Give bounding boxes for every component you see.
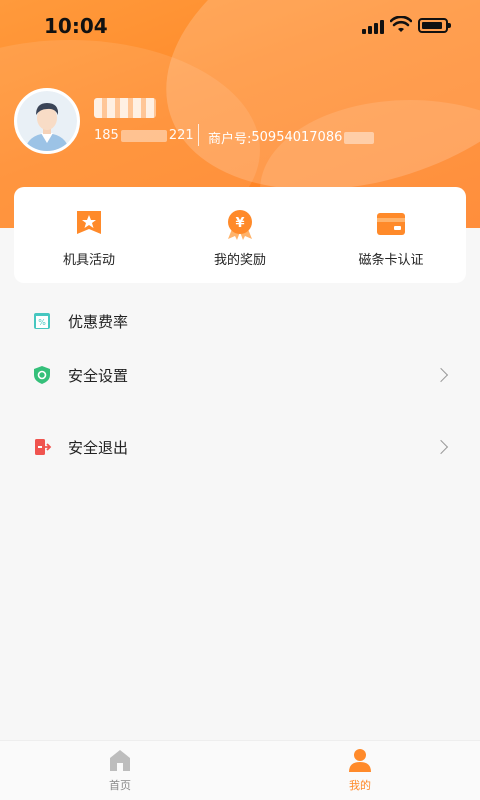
- quick-actions-card: 机具活动 ¥ 我的奖励 磁条卡认证: [14, 187, 466, 283]
- chevron-right-icon: [433, 439, 449, 455]
- merchant-label: 商户号:: [208, 132, 252, 147]
- phone-prefix: 185: [94, 128, 119, 143]
- tab-label: 我的: [349, 779, 371, 792]
- signal-icon: [362, 20, 384, 34]
- menu-item-security-settings[interactable]: 安全设置: [0, 348, 480, 402]
- quick-action-my-rewards[interactable]: ¥ 我的奖励: [165, 187, 315, 283]
- quick-action-machine-activity[interactable]: 机具活动: [14, 187, 164, 283]
- flag-star-icon: [77, 211, 101, 234]
- merchant-masked: [344, 131, 375, 144]
- quick-action-card-verify[interactable]: 磁条卡认证: [316, 187, 466, 283]
- merchant-number: 商户号: 50954017086: [208, 128, 376, 147]
- avatar[interactable]: [14, 88, 80, 154]
- wifi-icon: [390, 16, 412, 32]
- yuan-medal-icon: ¥: [228, 210, 252, 240]
- quick-action-label: 机具活动: [62, 253, 115, 268]
- tab-label: 首页: [109, 779, 131, 792]
- menu-item-label: 安全设置: [68, 366, 129, 385]
- status-bar: 10:04: [0, 0, 480, 52]
- tab-home[interactable]: 首页: [60, 747, 180, 793]
- phone-masked: [120, 129, 167, 142]
- menu-item-label: 优惠费率: [68, 312, 129, 331]
- person-icon: [349, 749, 371, 772]
- tab-mine[interactable]: 我的: [300, 747, 420, 793]
- tab-bar: 首页 我的: [0, 740, 480, 800]
- shield-icon: [34, 366, 50, 384]
- exit-icon: [35, 439, 52, 455]
- phone-number: 185 221: [94, 128, 194, 143]
- card-icon: [377, 213, 405, 235]
- chevron-right-icon: [433, 367, 449, 383]
- menu-item-label: 安全退出: [68, 438, 129, 457]
- merchant-value: 50954017086: [251, 130, 343, 145]
- svg-text:¥: ¥: [235, 216, 244, 231]
- phone-suffix: 221: [168, 128, 194, 143]
- menu-item-discount-rate[interactable]: % 优惠费率: [0, 294, 480, 348]
- menu-item-logout[interactable]: 安全退出: [0, 420, 480, 474]
- quick-action-label: 我的奖励: [213, 253, 266, 268]
- status-time: 10:04: [44, 14, 108, 38]
- user-name-masked: [94, 98, 156, 118]
- avatar-person-icon: [17, 91, 77, 151]
- discount-ticket-icon: %: [34, 313, 50, 329]
- quick-action-label: 磁条卡认证: [358, 253, 424, 268]
- home-icon: [110, 750, 130, 771]
- divider: [198, 124, 199, 146]
- svg-text:%: %: [38, 318, 46, 327]
- battery-icon: [418, 18, 451, 33]
